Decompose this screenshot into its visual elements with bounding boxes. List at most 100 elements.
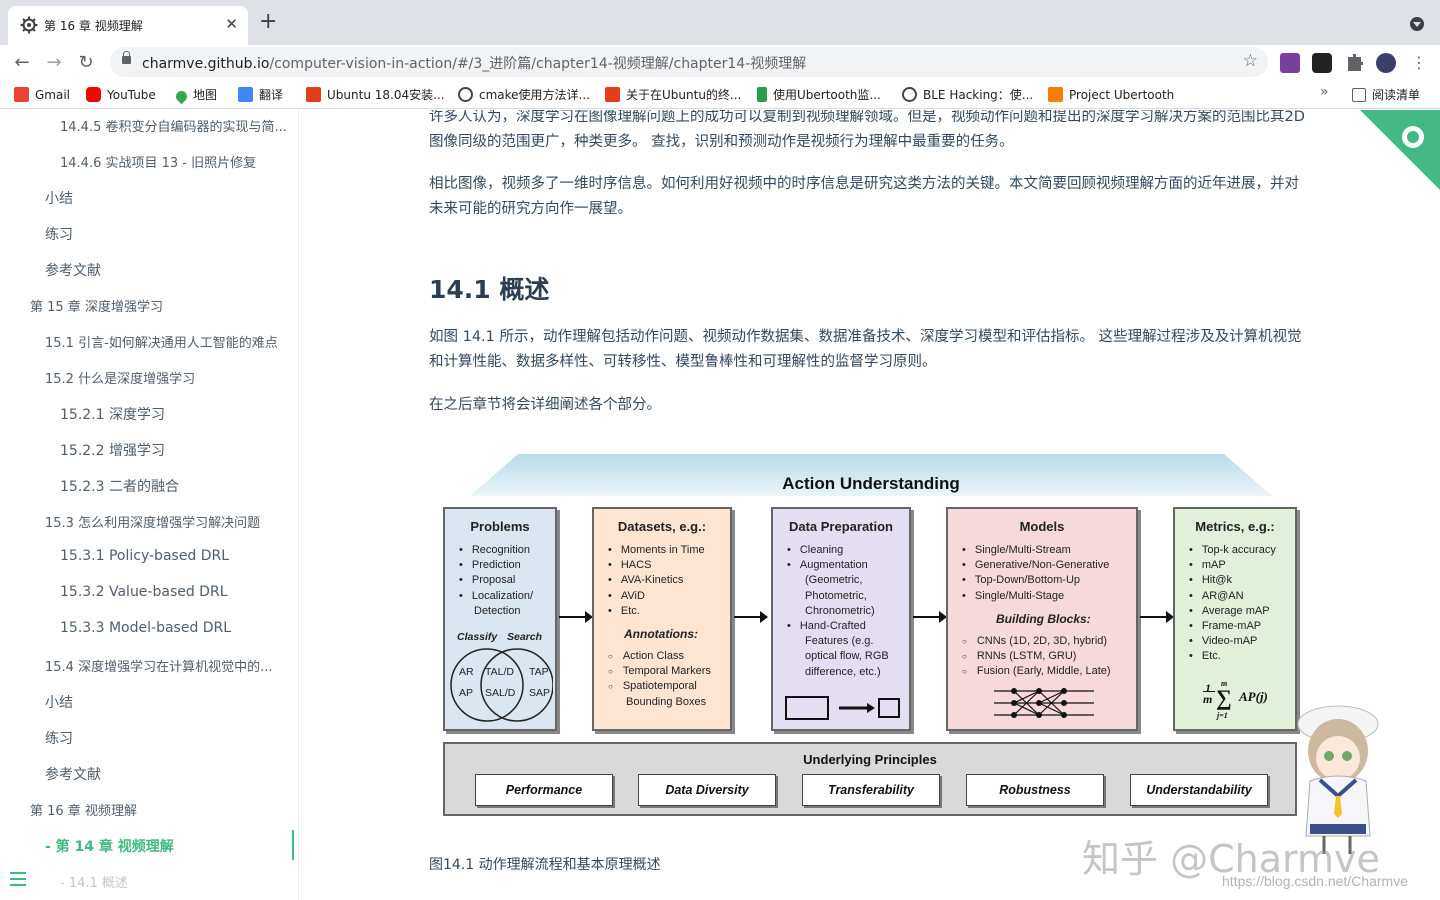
principle-box: Performance: [475, 774, 613, 806]
sidebar-toggle-icon[interactable]: [10, 872, 26, 886]
reading-list-button[interactable]: 阅读清单: [1352, 86, 1420, 103]
bookmark-ubuntu-terminal[interactable]: 关于在Ubuntu的终...: [605, 86, 741, 104]
sidebar-item[interactable]: 15.4 深度增强学习在计算机视觉中的...: [45, 656, 295, 675]
onenote-extension-icon[interactable]: [1280, 53, 1300, 73]
venn-label: TAL/D: [485, 666, 514, 678]
bookmark-ble-hacking[interactable]: BLE Hacking：使...: [902, 86, 1033, 104]
new-tab-button[interactable]: +: [259, 11, 277, 33]
bookmark-translate[interactable]: 翻译: [238, 86, 283, 104]
list-item: AViD: [608, 589, 705, 604]
sidebar-item[interactable]: 14.4.6 实战项目 13 - 旧照片修复: [60, 152, 295, 171]
active-tab[interactable]: 第 16 章 视频理解 ✕: [8, 6, 248, 45]
list-item: optical flow, RGB: [805, 650, 889, 663]
list-item: Features (e.g.: [805, 635, 874, 648]
list-item: Hand-Crafted: [787, 619, 889, 634]
sidebar-item[interactable]: 15.2.1 深度学习: [60, 404, 295, 424]
sidebar-item[interactable]: 15.3.2 Value-based DRL: [60, 584, 295, 600]
bookmark-maps[interactable]: 地图: [173, 86, 217, 105]
sidebar-item-active[interactable]: - 第 14 章 视频理解: [45, 836, 295, 856]
models-title: Models: [1019, 519, 1065, 534]
sidebar-item[interactable]: 练习: [45, 728, 295, 748]
tab-search-icon[interactable]: [1410, 17, 1424, 31]
bookmark-cmake[interactable]: cmake使用方法详...: [458, 86, 590, 104]
list-item: Proposal: [459, 573, 533, 588]
gmail-icon: [14, 87, 29, 102]
list-item: Hit@k: [1189, 573, 1276, 588]
bookmarks-more-icon[interactable]: »: [1320, 84, 1329, 100]
figure-caption: 图14.1 动作理解流程和基本原理概述: [429, 857, 661, 873]
sidebar-item[interactable]: 小结: [45, 692, 295, 712]
problems-box: Problems Recognition Prediction Proposal…: [443, 507, 557, 731]
sidebar-item[interactable]: - 14.1 概述: [60, 872, 295, 891]
translate-icon: [238, 87, 253, 102]
sidebar-item[interactable]: 14.4.5 卷积变分自编码器的实现与简...: [60, 116, 295, 135]
tab-close-icon[interactable]: ✕: [225, 15, 238, 33]
sidebar-item[interactable]: 参考文献: [45, 260, 295, 280]
overview-paragraph-1: 如图 14.1 所示，动作理解包括动作问题、视频动作数据集、数据准备技术、深度学…: [429, 329, 1302, 370]
sidebar-item[interactable]: 15.1 引言-如何解决通用人工智能的难点: [45, 332, 295, 351]
datasets-title: Datasets, e.g.:: [617, 519, 707, 534]
list-item: Photometric,: [805, 589, 867, 602]
bookmark-ubertooth[interactable]: 使用Ubertooth监...: [757, 86, 881, 104]
list-item: Temporal Markers: [608, 664, 711, 679]
list-item: Average mAP: [1189, 604, 1276, 619]
list-item: Etc.: [1189, 649, 1276, 664]
list-item: Single/Multi-Stream: [962, 543, 1109, 558]
list-item: Bounding Boxes: [626, 695, 707, 708]
csdn-icon: [605, 87, 620, 102]
section-heading: 14.1 概述: [429, 275, 550, 304]
intro-paragraph-1: 许多人认为，深度学习在图像理解问题上的成功可以复制到视频理解领域。但是，视频动作…: [429, 110, 1305, 150]
github-corner-icon[interactable]: [1360, 110, 1440, 190]
reload-button[interactable]: ↻: [73, 50, 99, 76]
gear-favicon-icon: [20, 16, 38, 34]
active-indicator: [292, 830, 294, 860]
bookmark-star-icon[interactable]: ☆: [1243, 51, 1258, 71]
forward-button[interactable]: →: [41, 50, 67, 76]
metrics-title: Metrics, e.g.:: [1195, 519, 1275, 534]
building-blocks-list: CNNs (1D, 2D, 3D, hybrid) RNNs (LSTM, GR…: [962, 634, 1111, 680]
sidebar-item[interactable]: 第 15 章 深度增强学习: [30, 296, 290, 315]
list-item: Action Class: [608, 649, 711, 664]
sidebar-item[interactable]: 15.3 怎么利用深度增强学习解决问题: [45, 512, 295, 531]
preparation-transform-icon: [785, 696, 900, 720]
back-button[interactable]: ←: [9, 50, 35, 76]
sidebar-item[interactable]: 第 16 章 视频理解: [30, 800, 290, 819]
list-item: Video-mAP: [1189, 634, 1276, 649]
principles-title: Underlying Principles: [803, 752, 937, 767]
annotations-list: Action Class Temporal Markers Spatiotemp…: [608, 649, 711, 710]
menu-kebab-icon[interactable]: ⋮: [1406, 50, 1432, 76]
sidebar-item[interactable]: 小结: [45, 188, 295, 208]
sidebar-item[interactable]: 15.2 什么是深度增强学习: [45, 368, 295, 387]
list-item: AR@AN: [1189, 589, 1276, 604]
tab-title: 第 16 章 视频理解: [44, 19, 143, 33]
preparation-box: Data Preparation Cleaning Augmentation (…: [771, 507, 911, 731]
sidebar-item[interactable]: 练习: [45, 224, 295, 244]
bookmark-ubuntu-install[interactable]: Ubuntu 18.04安装...: [306, 86, 445, 104]
bookmark-youtube[interactable]: YouTube: [86, 86, 156, 104]
overview-paragraph-2: 在之后章节将会详细阐述各个部分。: [429, 397, 661, 413]
puzzle-extensions-icon[interactable]: [1348, 54, 1363, 71]
profile-avatar[interactable]: [1376, 53, 1396, 73]
venn-diagram: [450, 648, 553, 722]
sidebar-item[interactable]: 15.3.3 Model-based DRL: [60, 620, 295, 636]
principle-box: Data Diversity: [638, 774, 776, 806]
csdn-icon: [306, 87, 321, 102]
zhihu-icon: [902, 87, 917, 102]
extension-icon[interactable]: [1312, 53, 1332, 73]
address-bar[interactable]: charmve.github.io/computer-vision-in-act…: [110, 47, 1268, 77]
list-item: CNNs (1D, 2D, 3D, hybrid): [962, 634, 1111, 649]
building-blocks-subtitle: Building Blocks:: [996, 612, 1091, 626]
sidebar-item[interactable]: 参考文献: [45, 764, 295, 784]
reading-list-icon: [1352, 88, 1366, 102]
preparation-title: Data Preparation: [788, 519, 894, 534]
sidebar-item[interactable]: 15.3.1 Policy-based DRL: [60, 548, 295, 564]
sidebar-item[interactable]: 15.2.3 二者的融合: [60, 476, 295, 496]
zhihu-icon: [458, 87, 473, 102]
sidebar-item[interactable]: 15.2.2 增强学习: [60, 440, 295, 460]
bookmark-project-ubertooth[interactable]: Project Ubertooth: [1048, 86, 1174, 104]
principles-panel: Underlying Principles Performance Data D…: [443, 742, 1297, 816]
bookmark-gmail[interactable]: Gmail: [14, 86, 70, 104]
principle-box: Understandability: [1130, 774, 1268, 806]
figure-title: Action Understanding: [782, 474, 960, 493]
neural-network-icon: [994, 688, 1094, 718]
